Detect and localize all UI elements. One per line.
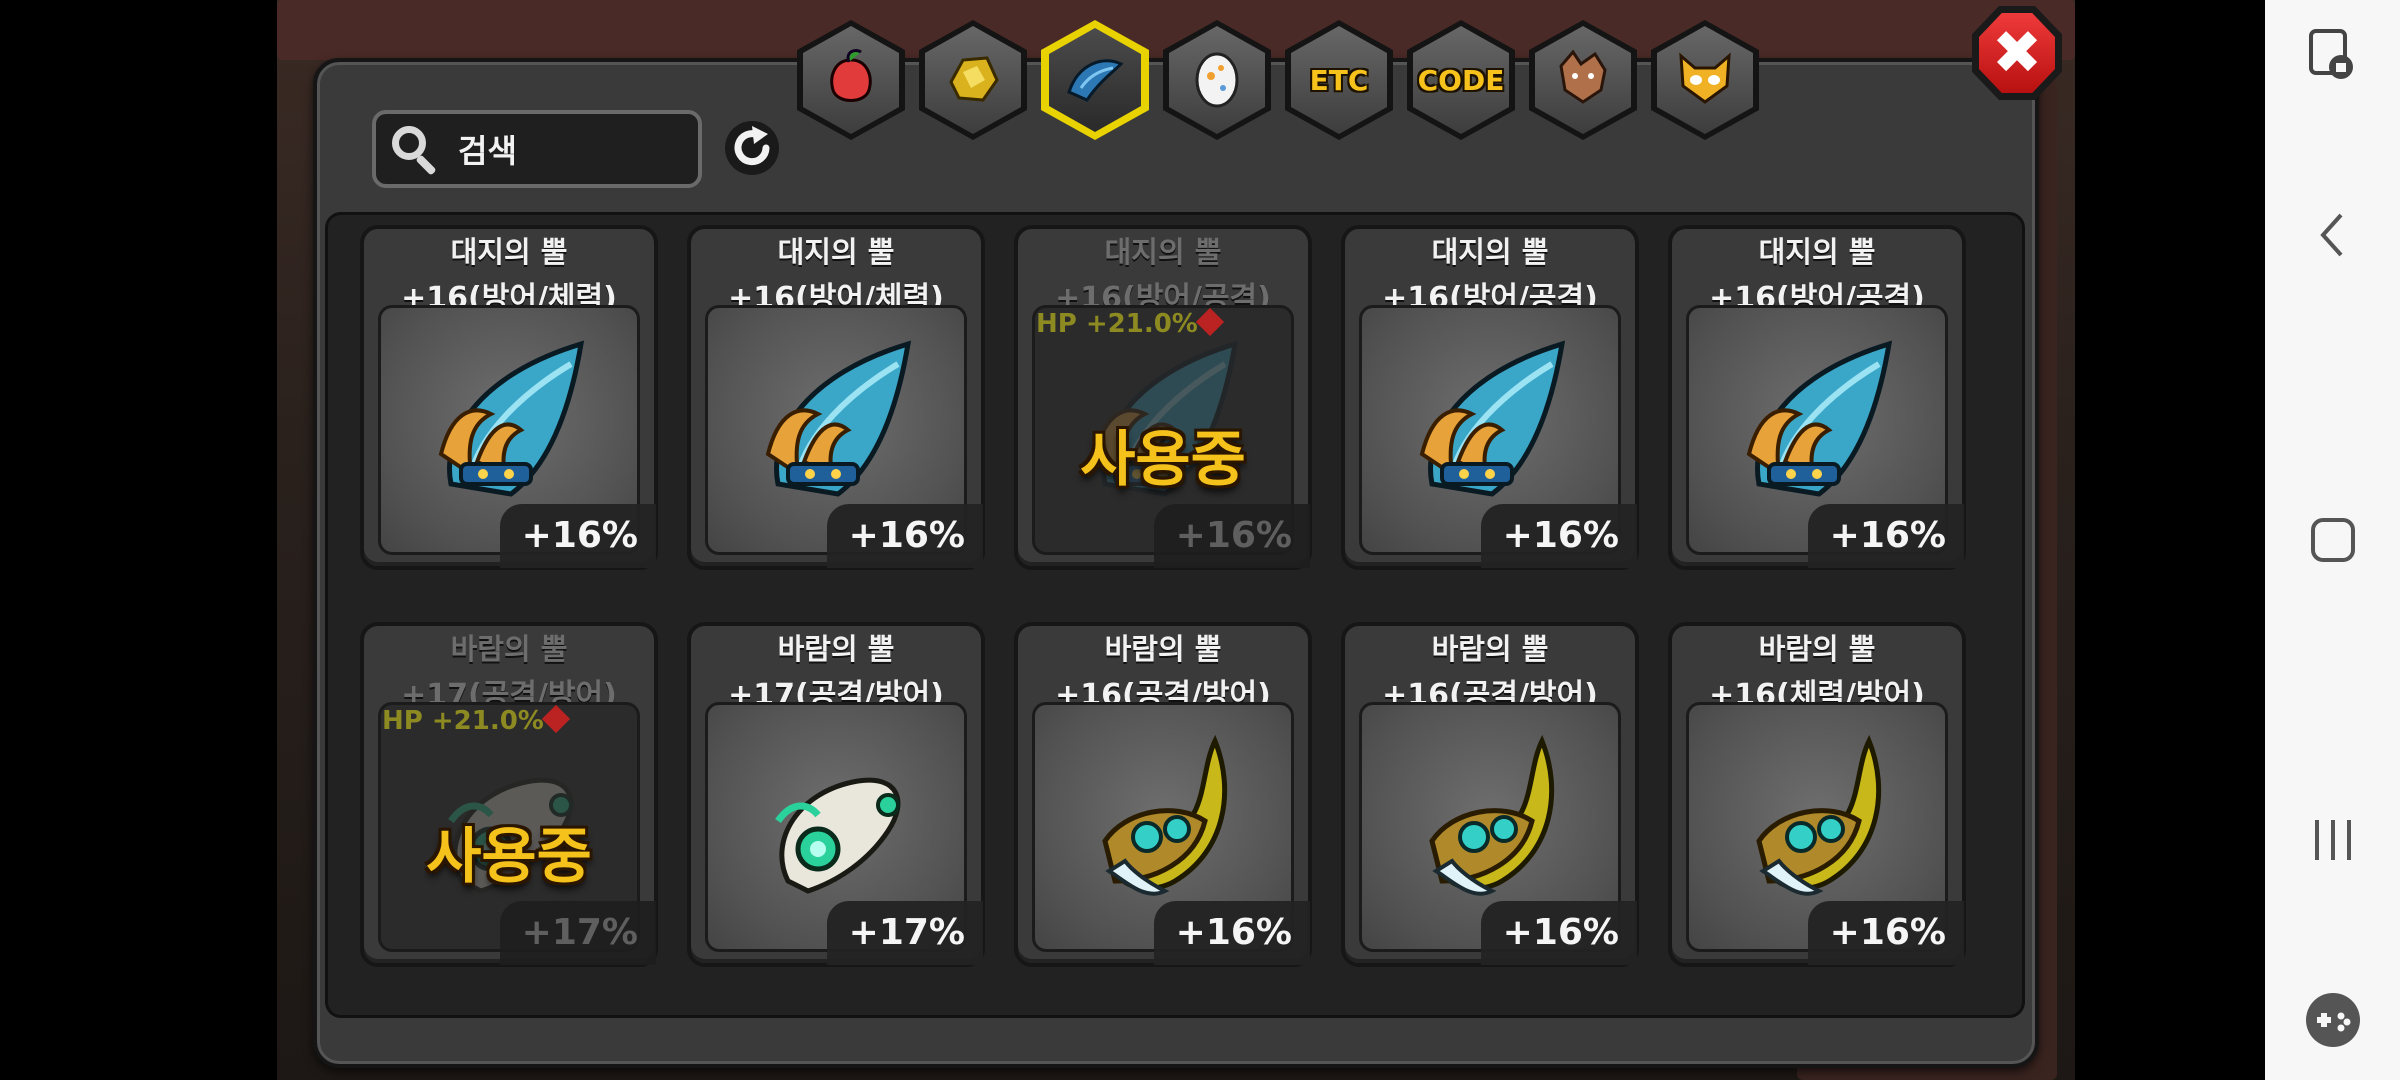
item-name: 대지의 뿔 [450, 235, 568, 269]
item-percent: +16% [1153, 504, 1310, 568]
item-percent: +16% [1153, 901, 1310, 965]
horn-icon [1059, 42, 1131, 118]
gem-icon [541, 704, 571, 734]
home-button[interactable] [2265, 505, 2400, 575]
close-button[interactable]: ✖ [1972, 6, 2062, 100]
refresh-icon [725, 121, 779, 175]
mask-icon [1669, 42, 1741, 118]
item-card[interactable]: 대지의 뿔 +16(방어/체력) +16% [360, 225, 658, 570]
in-use-label: 사용중 [1080, 425, 1246, 495]
touch-lock-button[interactable] [2265, 20, 2400, 90]
refresh-button[interactable] [722, 118, 782, 178]
item-percent: +16% [1480, 504, 1637, 568]
item-name: 바람의 뿔 [1758, 632, 1876, 666]
item-name: 바람의 뿔 [777, 632, 895, 666]
item-name: 바람의 뿔 [1104, 632, 1222, 666]
item-grid: 대지의 뿔 +16(방어/체력) +16% 대지의 뿔 +16(방어/체력) +16% 대지… [360, 225, 2020, 967]
item-name: 대지의 뿔 [1758, 235, 1876, 269]
item-percent: +16% [1807, 504, 1964, 568]
item-name: 대지의 뿔 [777, 235, 895, 269]
item-card[interactable]: 바람의 뿔 +17(공격/방어) +17% HP +21.0% 사용중 [360, 622, 658, 967]
tab-horn[interactable] [1041, 20, 1149, 140]
gold-ore-icon [937, 42, 1009, 118]
item-card[interactable]: 바람의 뿔 +16(공격/방어) +16% [1341, 622, 1639, 967]
search-box[interactable]: 검색 [372, 110, 702, 188]
tab-etc[interactable]: ETC [1285, 20, 1393, 140]
search-input[interactable]: 검색 [458, 126, 517, 172]
tab-wolf[interactable] [1529, 20, 1637, 140]
item-name: 바람의 뿔 [1431, 632, 1549, 666]
item-percent: +16% [1807, 901, 1964, 965]
item-percent: +16% [499, 504, 656, 568]
tab-egg[interactable] [1163, 20, 1271, 140]
item-grid-area[interactable]: 대지의 뿔 +16(방어/체력) +16% 대지의 뿔 +16(방어/체력) +16% 대지… [325, 212, 2025, 1018]
back-icon [2319, 213, 2342, 257]
egg-icon [1181, 42, 1253, 118]
hp-bonus: HP +21.0% [1036, 307, 1225, 339]
touch-lock-icon [2308, 29, 2353, 79]
back-button[interactable] [2265, 200, 2400, 270]
game-tools-button[interactable] [2265, 985, 2400, 1055]
item-card[interactable]: 바람의 뿔 +16(공격/방어) +16% [1014, 622, 1312, 967]
hp-bonus-text: HP +21.0% [1036, 309, 1198, 339]
category-tabs: ETC CODE [797, 20, 1759, 150]
game-screen: 검색 ETC CODE 대지의 뿔 +16(방어/체력) +16% 대지의 뿔 +16(방… [277, 0, 2075, 1080]
inventory-panel: 검색 ETC CODE 대지의 뿔 +16(방어/체력) +16% 대지의 뿔 +16(방… [313, 20, 2039, 1068]
tab-gold-ore[interactable] [919, 20, 1027, 140]
home-icon [2310, 518, 2355, 562]
system-nav-bar [2265, 0, 2400, 1080]
fruit-icon [815, 42, 887, 118]
search-icon [390, 124, 440, 176]
tab-code[interactable]: CODE [1407, 20, 1515, 140]
item-percent: +17% [499, 901, 656, 965]
recents-icon [2314, 820, 2351, 860]
tab-fruit[interactable] [797, 20, 905, 140]
item-card[interactable]: 바람의 뿔 +16(체력/방어) +16% [1668, 622, 1966, 967]
recents-button[interactable] [2265, 805, 2400, 875]
item-card[interactable]: 바람의 뿔 +17(공격/방어) +17% [687, 622, 985, 967]
tab-mask[interactable] [1651, 20, 1759, 140]
etc-icon: ETC [1309, 63, 1369, 97]
item-name: 대지의 뿔 [1431, 235, 1549, 269]
item-card[interactable]: 대지의 뿔 +16(방어/체력) +16% [687, 225, 985, 570]
item-percent: +17% [826, 901, 983, 965]
hp-bonus: HP +21.0% [382, 704, 571, 736]
gem-icon [1195, 307, 1225, 337]
item-name: 바람의 뿔 [450, 632, 568, 666]
code-icon: CODE [1417, 63, 1505, 97]
game-tools-icon [2305, 993, 2360, 1047]
hp-bonus-text: HP +21.0% [382, 706, 544, 736]
close-icon: ✖ [1991, 18, 2043, 88]
item-percent: +16% [1480, 901, 1637, 965]
wolf-icon [1547, 42, 1619, 118]
item-name: 대지의 뿔 [1104, 235, 1222, 269]
in-use-label: 사용중 [426, 822, 592, 892]
item-percent: +16% [826, 504, 983, 568]
item-card[interactable]: 대지의 뿔 +16(방어/공격) +16% HP +21.0% 사용중 [1014, 225, 1312, 570]
item-card[interactable]: 대지의 뿔 +16(방어/공격) +16% [1341, 225, 1639, 570]
item-card[interactable]: 대지의 뿔 +16(방어/공격) +16% [1668, 225, 1966, 570]
